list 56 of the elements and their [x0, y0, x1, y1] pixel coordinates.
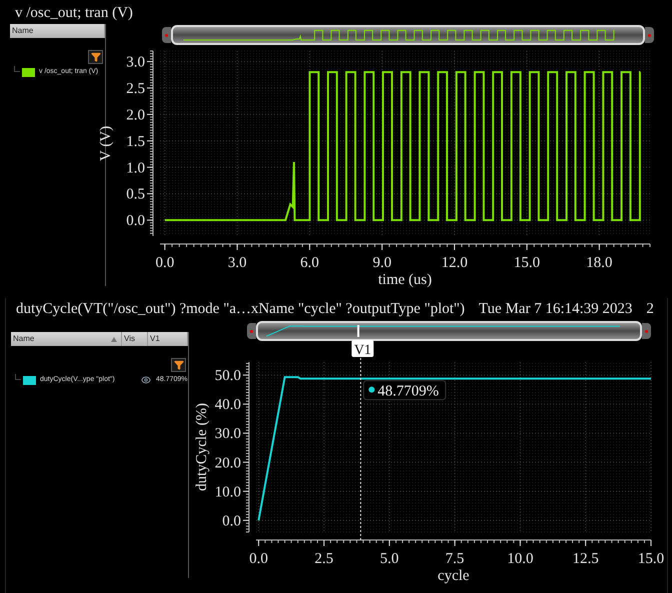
tick-label: 10.0	[507, 551, 534, 567]
tick-label: 1.0	[126, 160, 145, 176]
tick-label: 7.5	[445, 551, 464, 567]
filter-icon	[90, 52, 100, 62]
ref-line-label: V1	[354, 343, 372, 358]
timestamp: Tue Mar 7 16:14:39 2023	[478, 300, 632, 319]
tick-label: 40.0	[214, 397, 241, 414]
tick-label: 15.0	[514, 255, 540, 271]
overview-scrollbar[interactable]	[171, 25, 645, 45]
tick-label: 2.5	[126, 81, 145, 97]
tick-label: 0.0	[126, 213, 145, 230]
plot-title: dutyCycle(VT("/osc_out") ?mode "a…xName "cycle" ?outputType "plot")	[16, 300, 465, 319]
eye-icon[interactable]	[141, 375, 151, 385]
tick-label: 10.0	[214, 484, 241, 500]
cursor-label[interactable]: V1	[352, 340, 374, 358]
tick-label: 30.0	[214, 426, 241, 442]
value-marker: 48.7709%	[363, 380, 446, 400]
tick-label: 6.0	[300, 255, 320, 271]
filter-icon	[174, 360, 184, 370]
tick-label: 0.5	[126, 186, 145, 203]
column-header[interactable]: Name	[10, 24, 105, 38]
tick-label: 12.0	[441, 255, 468, 271]
x-axis-title: time (us)	[378, 272, 432, 288]
column-header[interactable]: Name	[11, 332, 122, 346]
x-axis-title: cycle	[438, 568, 470, 584]
tick-label: 0.0	[249, 551, 268, 567]
overview-scrollbar[interactable]	[256, 321, 642, 341]
sort-arrow-icon	[111, 336, 117, 342]
tick-label: 1.5	[126, 134, 145, 150]
scroll-handle[interactable]	[247, 323, 256, 339]
tick-label: 3.0	[228, 255, 247, 271]
tick-label: 50.0	[214, 368, 241, 384]
tick-label: 2.0	[126, 107, 145, 124]
filter-button[interactable]	[88, 50, 103, 64]
tick-label: 2.5	[314, 551, 334, 567]
tick-label: 9.0	[372, 255, 392, 271]
column-header[interactable]: V1	[148, 332, 188, 346]
tick-label: 0.0	[222, 513, 241, 530]
cursor-line[interactable]	[360, 358, 362, 540]
scroll-handle[interactable]	[642, 323, 651, 339]
tick-label: 12.5	[572, 551, 599, 567]
filter-button[interactable]	[171, 358, 186, 372]
plot-number: 2	[646, 300, 654, 319]
scroll-handle[interactable]	[645, 27, 654, 43]
tick-label: 18.0	[586, 255, 612, 271]
tick-label: 3.0	[126, 54, 145, 71]
y-axis-title: dutyCycle (%)	[194, 403, 210, 491]
scroll-handle[interactable]	[162, 27, 171, 43]
y-axis-title: V (V)	[98, 126, 114, 162]
tick-label: 15.0	[638, 551, 664, 567]
tick-label: 0.0	[155, 255, 174, 271]
tick-label: 5.0	[380, 551, 399, 567]
annotation: 48.7709%	[378, 384, 439, 400]
plot-title: v /osc_out; tran (V)	[15, 4, 133, 24]
column-header[interactable]: Vis	[122, 332, 148, 346]
tick-label: 20.0	[214, 455, 241, 472]
